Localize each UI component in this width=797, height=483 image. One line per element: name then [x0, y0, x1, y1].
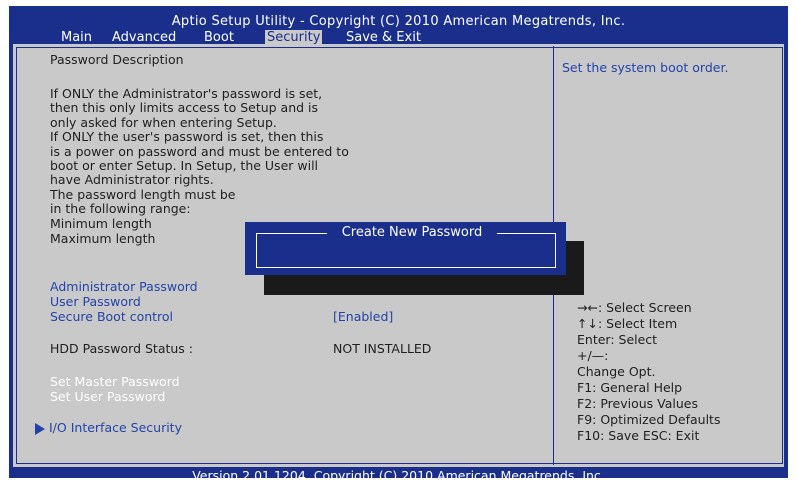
- hdd-status-value: NOT INSTALLED: [333, 341, 432, 356]
- tab-security[interactable]: Security: [265, 30, 323, 45]
- description-line: is a power on password and must be enter…: [50, 144, 349, 159]
- hdd-status-label: HDD Password Status :: [50, 341, 193, 356]
- key-hint: F9: Optimized Defaults: [577, 412, 721, 427]
- io-interface-security-item[interactable]: I/O Interface Security: [35, 421, 182, 435]
- section-heading: Password Description: [50, 52, 184, 67]
- user-password-item[interactable]: User Password: [50, 295, 141, 309]
- key-hint: →←: Select Screen: [577, 300, 692, 315]
- set-master-password-item[interactable]: Set Master Password: [50, 375, 180, 389]
- key-legend: →←: Select Screen ↑↓: Select Item Enter:…: [577, 300, 720, 444]
- description-line: then this only limits access to Setup an…: [50, 100, 319, 115]
- key-hint: F1: General Help: [577, 380, 683, 395]
- version-footer: Version 2.01.1204. Copyright (C) 2010 Am…: [192, 468, 605, 483]
- set-user-password-item[interactable]: Set User Password: [50, 390, 165, 404]
- tab-boot[interactable]: Boot: [204, 30, 234, 45]
- description-line: in the following range:: [50, 201, 191, 216]
- description-line: The password length must be: [50, 187, 236, 202]
- key-hint: F10: Save ESC: Exit: [577, 428, 700, 443]
- admin-password-item[interactable]: Administrator Password: [50, 280, 198, 294]
- description-line: Maximum length: [50, 231, 156, 246]
- description-line: If ONLY the Administrator's password is …: [50, 86, 323, 101]
- description-line: boot or enter Setup. In Setup, the User …: [50, 158, 319, 173]
- submenu-arrow-icon: [35, 422, 45, 435]
- bios-title: Aptio Setup Utility - Copyright (C) 2010…: [171, 14, 626, 29]
- password-input-frame[interactable]: Create New Password: [256, 226, 556, 268]
- key-hint: ↑↓: Select Item: [577, 316, 678, 331]
- description-line: have Administrator rights.: [50, 172, 214, 187]
- key-hint: +/—:: [577, 348, 609, 363]
- help-text: Set the system boot order.: [562, 60, 729, 75]
- dialog-title: Create New Password: [327, 226, 497, 240]
- key-hint: F2: Previous Values: [577, 396, 698, 411]
- tab-main[interactable]: Main: [61, 30, 92, 45]
- secure-boot-label[interactable]: Secure Boot control: [50, 310, 173, 324]
- secure-boot-value[interactable]: [Enabled]: [333, 310, 393, 324]
- key-hint: Enter: Select: [577, 332, 658, 347]
- description-line: only asked for when entering Setup.: [50, 115, 277, 130]
- io-interface-security-label: I/O Interface Security: [49, 420, 182, 435]
- create-password-dialog[interactable]: Create New Password: [245, 222, 566, 275]
- tab-save-exit[interactable]: Save & Exit: [346, 30, 421, 45]
- key-hint: Change Opt.: [577, 364, 656, 379]
- description-line: Minimum length: [50, 216, 152, 231]
- tab-advanced[interactable]: Advanced: [112, 30, 176, 45]
- description-line: If ONLY the user's password is set, then…: [50, 129, 324, 144]
